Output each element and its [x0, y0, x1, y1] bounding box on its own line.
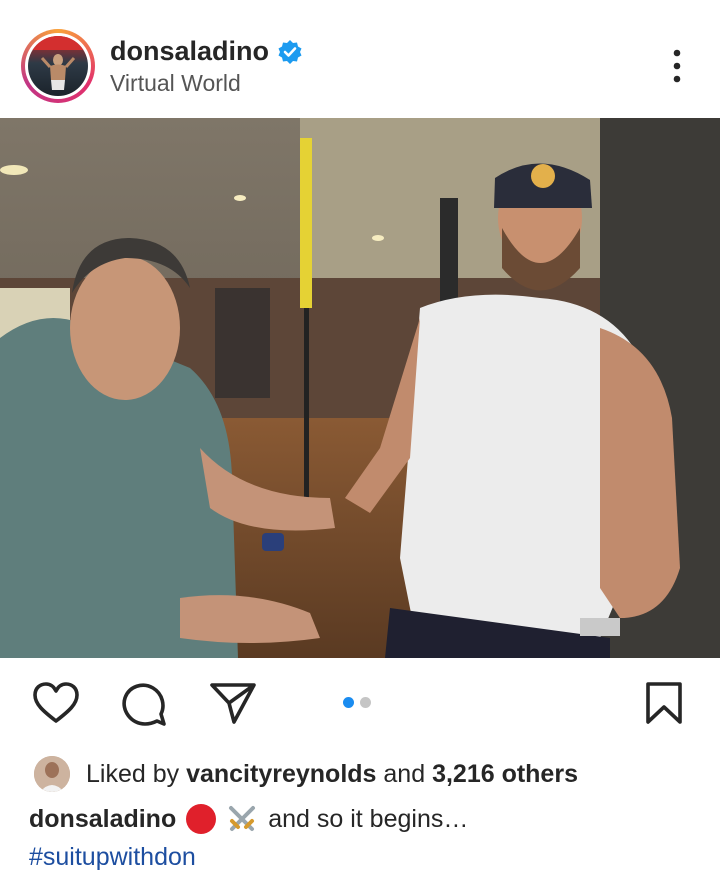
caption-hashtag[interactable]: #suitupwithdon — [29, 843, 196, 872]
carousel-dot-active — [343, 697, 354, 708]
avatar-image — [28, 36, 88, 96]
caption-text: and so it begins… — [268, 804, 469, 833]
username-text[interactable]: donsaladino — [110, 36, 269, 67]
liked-by-row[interactable]: Liked by vancityreynolds and 3,216 other… — [34, 754, 578, 794]
post-photo[interactable] — [0, 118, 720, 658]
post-location[interactable]: Virtual World — [110, 70, 241, 97]
liked-by-username[interactable]: vancityreynolds — [186, 760, 376, 788]
carousel-indicator — [343, 697, 371, 708]
profile-avatar[interactable] — [21, 29, 95, 103]
heart-icon[interactable] — [33, 682, 79, 724]
post-username[interactable]: donsaladino — [110, 36, 303, 67]
bookmark-icon[interactable] — [645, 682, 683, 724]
liked-prefix: Liked by — [86, 759, 180, 788]
gym-photo-illustration — [0, 118, 720, 658]
send-icon[interactable] — [210, 682, 256, 724]
liker-avatar[interactable] — [34, 756, 70, 792]
comment-icon[interactable] — [121, 682, 167, 728]
post-caption: donsaladino and so it begins… — [29, 803, 468, 835]
crossed-swords-emoji-icon — [229, 806, 256, 831]
avatar-figure — [28, 36, 88, 90]
caption-username[interactable]: donsaladino — [29, 805, 176, 834]
more-icon[interactable] — [665, 48, 689, 84]
carousel-dot — [360, 697, 371, 708]
liked-conjunction: and — [383, 759, 426, 788]
red-circle-emoji-icon — [186, 804, 217, 834]
post-header: donsaladino Virtual World — [0, 0, 720, 118]
likes-count[interactable]: 3,216 others — [432, 760, 578, 788]
verified-badge-icon — [278, 39, 302, 64]
